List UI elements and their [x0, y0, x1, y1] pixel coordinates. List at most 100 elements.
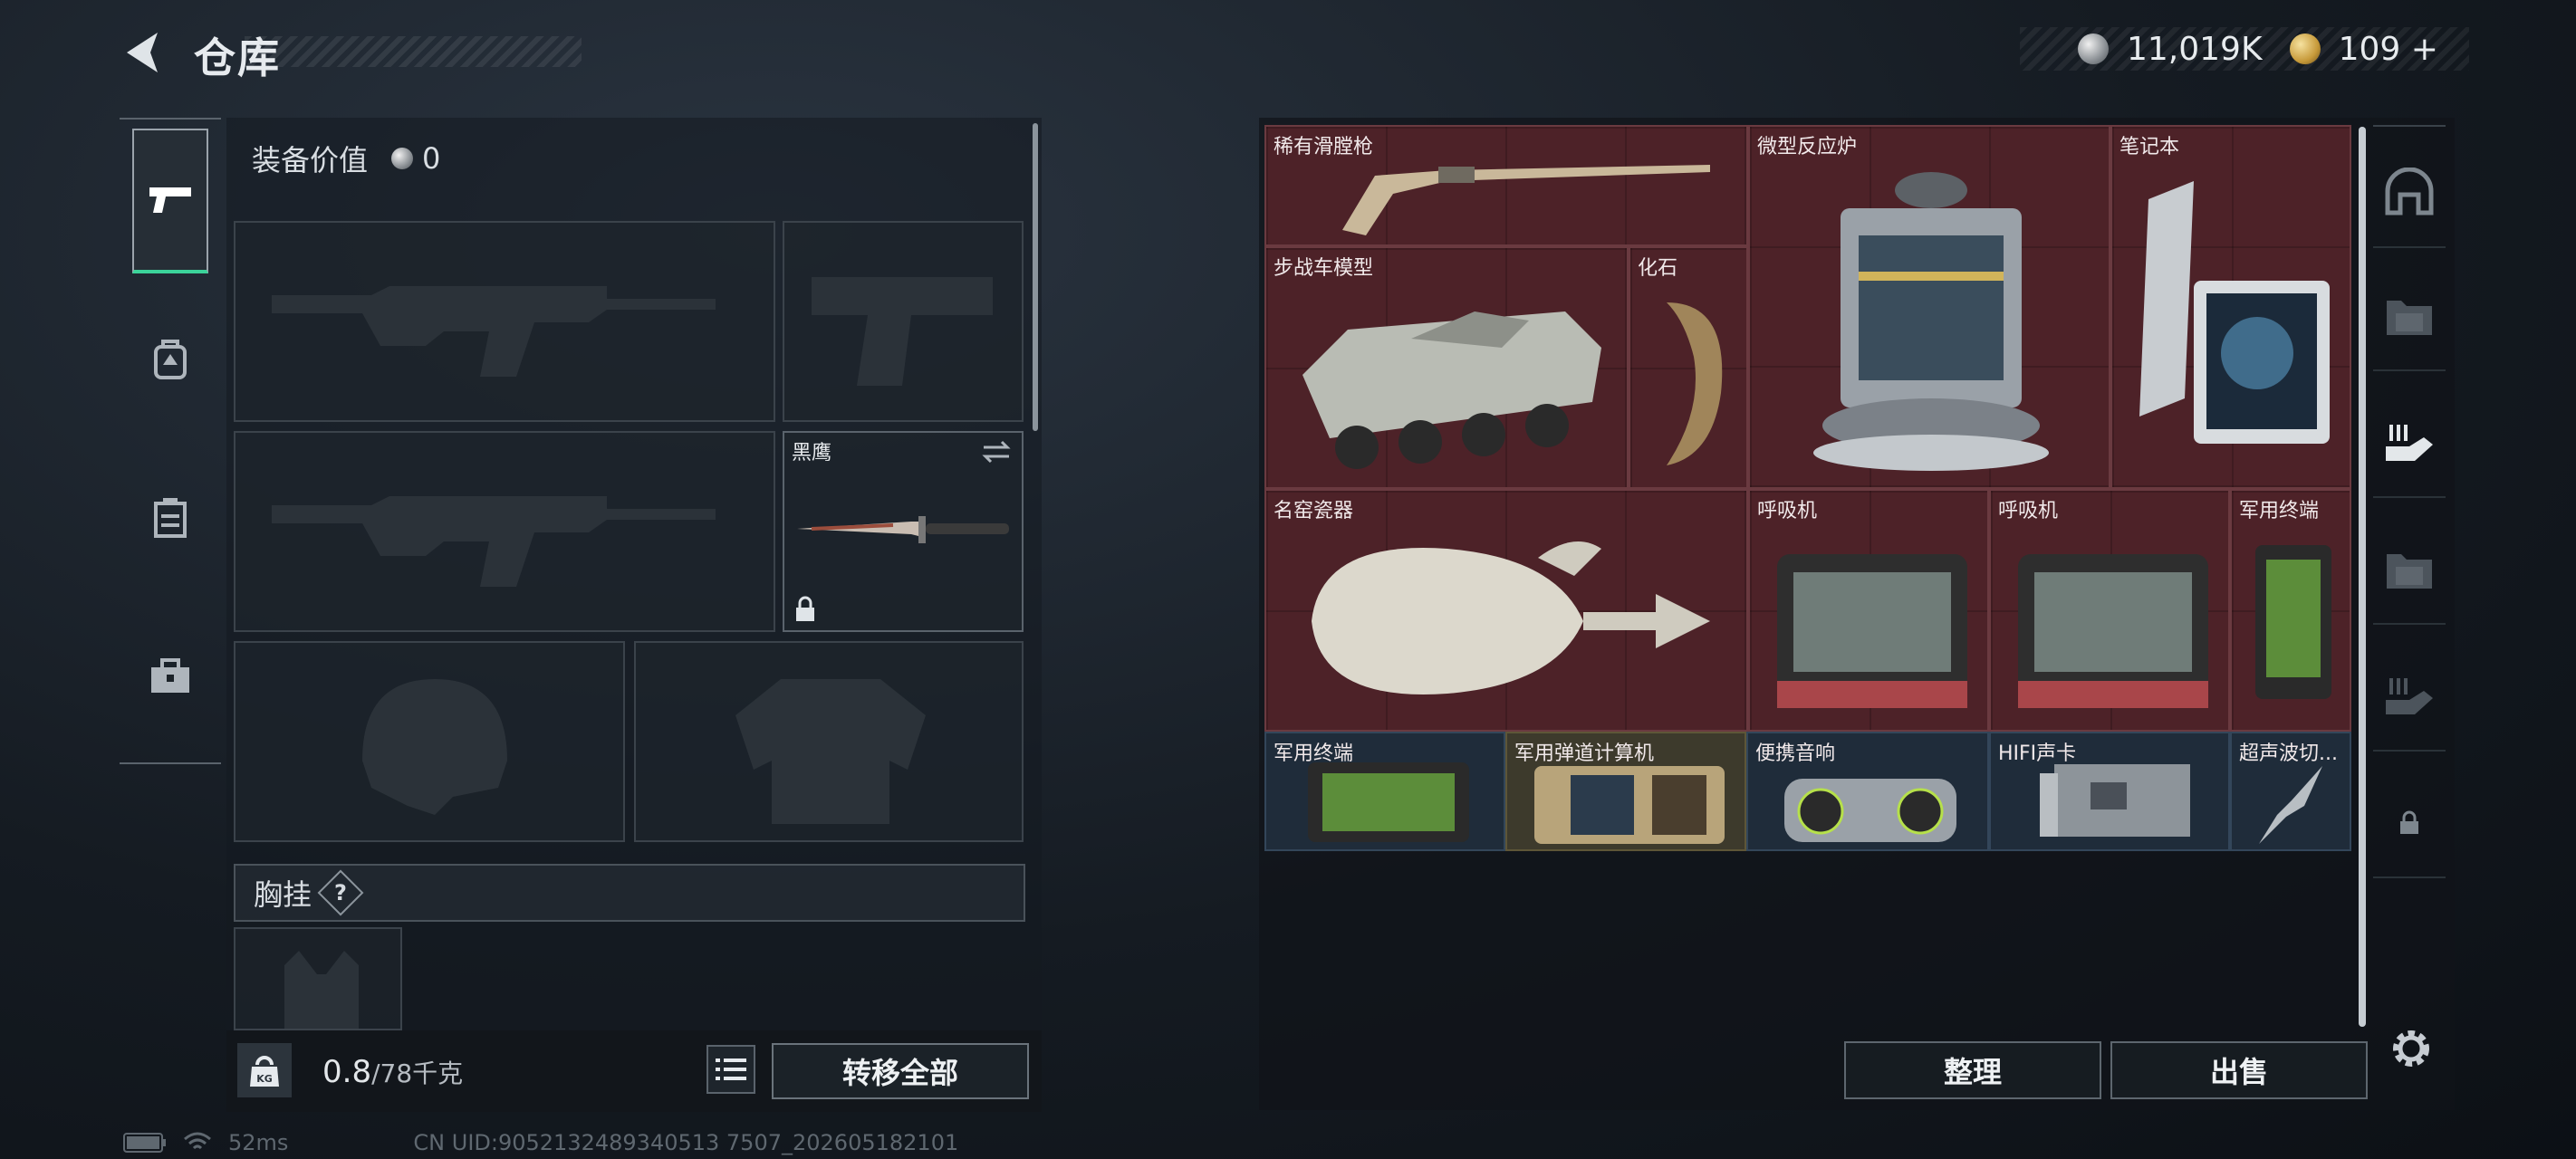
back-arrow-icon — [127, 33, 158, 72]
storage-folder-icon — [2387, 301, 2432, 335]
sort-button[interactable]: 整理 — [1844, 1041, 2101, 1099]
laptop-icon — [2139, 181, 2330, 444]
hand-gear-icon — [2386, 678, 2433, 714]
helmet-slot[interactable] — [234, 641, 625, 842]
pistol-slot[interactable] — [783, 221, 1024, 422]
knife-icon — [797, 516, 1009, 543]
kettlebell-icon: KG — [250, 1056, 279, 1087]
storage-scrollbar[interactable] — [2359, 127, 2366, 1027]
weight-readout: 0.8/78千克 — [322, 1054, 463, 1090]
storage-item[interactable]: 微型反应炉 — [1748, 125, 2110, 489]
storage-item[interactable]: 呼吸机 — [1748, 489, 1989, 732]
storage-item[interactable]: 稀有滑膛枪 — [1264, 125, 1748, 246]
silver-coin-icon — [391, 148, 414, 169]
gold-currency[interactable]: 109 + — [2339, 31, 2438, 68]
currency-bar: 11,019K 109 + — [2020, 27, 2469, 71]
storage-item[interactable]: HIFI声卡 — [1989, 732, 2230, 851]
storage-item[interactable]: 名窑瓷器 — [1264, 489, 1748, 732]
rifle-silhouette-icon — [272, 286, 716, 377]
toolbox-icon — [151, 658, 189, 693]
storage-item[interactable]: 化石 — [1629, 246, 1748, 489]
list-icon — [716, 1058, 746, 1080]
weight-icon: KG — [237, 1043, 292, 1097]
military-terminal-icon — [2255, 545, 2331, 699]
title-decoration — [245, 36, 582, 67]
hand-gear-icon — [2386, 425, 2433, 461]
sell-button[interactable]: 出售 — [2110, 1041, 2368, 1099]
reactor-icon — [1813, 172, 2049, 471]
storage-tab-1[interactable] — [2373, 263, 2446, 371]
primary-weapon-slot[interactable] — [234, 221, 775, 422]
back-button[interactable] — [118, 25, 172, 80]
settings-button[interactable] — [2384, 1021, 2438, 1076]
ventilator-icon — [1777, 554, 1967, 708]
swap-icon[interactable] — [980, 438, 1013, 465]
storage-tab-4[interactable] — [2373, 643, 2446, 752]
transfer-all-button[interactable]: 转移全部 — [772, 1043, 1029, 1099]
pistol-icon — [149, 187, 191, 213]
helmet-silhouette-icon — [362, 679, 507, 815]
kg-text: KG — [256, 1073, 273, 1085]
storage-tab-2[interactable] — [2373, 389, 2446, 498]
storage-item[interactable]: 便携音响 — [1746, 732, 1989, 851]
lock-icon — [796, 596, 814, 621]
chest-rig-label: 胸挂 — [254, 877, 312, 912]
help-icon[interactable]: ? — [317, 869, 364, 916]
storage-tab-locked[interactable] — [2373, 770, 2446, 878]
list-view-button[interactable] — [706, 1045, 755, 1094]
item-name: 稀有滑膛枪 — [1274, 136, 1374, 158]
pistol-silhouette-icon — [812, 277, 993, 386]
lock-icon — [2400, 810, 2418, 834]
equipment-scrollbar[interactable] — [1033, 123, 1038, 431]
gold-coin-icon — [2289, 34, 2321, 64]
wifi-icon — [184, 1132, 211, 1150]
backpack-icon — [154, 340, 187, 379]
category-backpack[interactable] — [132, 287, 208, 432]
porcelain-vase-icon — [1312, 541, 1710, 694]
equipment-value-amount: 0 — [422, 141, 441, 176]
item-name: 名窑瓷器 — [1274, 500, 1354, 522]
item-name: 呼吸机 — [1998, 500, 2059, 522]
category-column — [120, 118, 221, 764]
ballistic-computer-icon — [1534, 766, 1725, 844]
storage-tab-3[interactable] — [2373, 516, 2446, 625]
storage-tabs — [2373, 125, 2446, 940]
item-name: 笔记本 — [2119, 136, 2180, 158]
storage-item[interactable]: 超声波切... — [2230, 732, 2351, 851]
armor-slot[interactable] — [634, 641, 1024, 842]
bunker-icon — [2385, 168, 2434, 216]
storage-item[interactable]: 军用弹道计算机 — [1505, 732, 1746, 851]
storage-item[interactable]: 军用终端 — [1264, 732, 1505, 851]
gear-icon — [2393, 1030, 2429, 1067]
chest-rig-header: 胸挂 ? — [234, 864, 1025, 922]
storage-item[interactable]: 步战车模型 — [1264, 246, 1629, 489]
storage-item[interactable]: 呼吸机 — [1989, 489, 2230, 732]
storage-item[interactable]: 军用终端 — [2230, 489, 2351, 732]
battery-icon — [123, 1133, 166, 1153]
category-toolbox[interactable] — [132, 604, 208, 749]
silver-currency: 11,019K — [2127, 30, 2263, 68]
rifle-silhouette-icon — [272, 496, 716, 587]
page-title: 仓库 — [194, 34, 281, 82]
storage-folder-icon — [2387, 554, 2432, 589]
sound-card-icon — [2040, 764, 2190, 837]
weight-max: /78千克 — [371, 1058, 464, 1088]
ventilator-icon — [2018, 554, 2208, 708]
category-weapons[interactable] — [132, 129, 208, 273]
fossil-claw-icon — [1667, 302, 1723, 465]
chest-rig-slot[interactable] — [234, 927, 402, 1030]
equipment-value-label: 装备价值 — [252, 143, 369, 177]
ifv-model-icon — [1302, 311, 1601, 469]
storage-tab-home[interactable] — [2373, 139, 2446, 248]
melee-slot[interactable]: 黑鹰 — [783, 431, 1024, 632]
storage-item[interactable]: 笔记本 — [2110, 125, 2351, 489]
item-name: 化石 — [1638, 257, 1678, 280]
equipment-value: 装备价值 0 — [252, 138, 440, 179]
category-vest[interactable] — [132, 445, 208, 590]
ultrasonic-cutter-icon — [2259, 766, 2322, 844]
item-name: 军用终端 — [2239, 500, 2320, 522]
item-name: 呼吸机 — [1757, 500, 1818, 522]
armor-silhouette-icon — [735, 679, 926, 824]
chest-rig-silhouette-icon — [284, 951, 359, 1029]
secondary-weapon-slot[interactable] — [234, 431, 775, 632]
